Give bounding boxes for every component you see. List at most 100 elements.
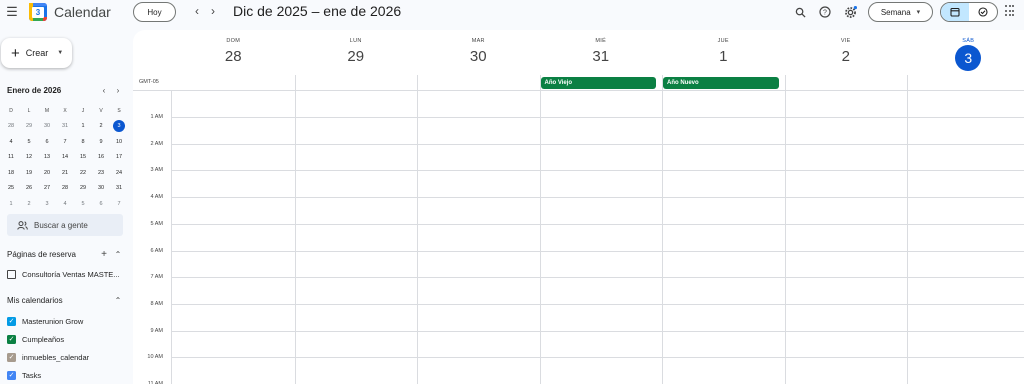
mini-calendar-day[interactable]: 31 xyxy=(56,119,74,135)
chevron-down-icon: ▾ xyxy=(916,9,921,16)
mini-calendar-day[interactable]: 15 xyxy=(74,150,92,166)
booking-page-item[interactable]: Consultoría Ventas MASTE... xyxy=(7,267,127,281)
mini-calendar-day[interactable]: 6 xyxy=(38,134,56,150)
prev-week-button[interactable]: ‹ xyxy=(190,4,204,18)
mini-calendar-day[interactable]: 21 xyxy=(56,165,74,181)
hour-label: 10 AM xyxy=(147,354,163,361)
day-of-week-label: DOM xyxy=(226,38,241,44)
mini-calendar-day-number: 13 xyxy=(43,154,51,161)
mini-calendar-day[interactable]: 9 xyxy=(92,134,110,150)
google-apps-icon[interactable] xyxy=(1005,5,1017,17)
mini-calendar-day[interactable]: 12 xyxy=(20,150,38,166)
day-column-header[interactable]: DOM 28 xyxy=(172,30,295,75)
day-column-header[interactable]: JUE 1 xyxy=(662,30,785,75)
day-column-header[interactable]: MAR 30 xyxy=(417,30,540,75)
mini-calendar-day[interactable]: 7 xyxy=(56,134,74,150)
tasks-view-toggle[interactable] xyxy=(969,3,997,21)
day-number[interactable]: 28 xyxy=(225,48,242,65)
mini-calendar-day[interactable]: 29 xyxy=(20,119,38,135)
all-day-event[interactable]: Año Viejo xyxy=(540,77,656,89)
mini-calendar-day-number: 16 xyxy=(97,154,105,161)
mini-calendar-day[interactable]: 30 xyxy=(92,181,110,197)
people-search-input[interactable]: Buscar a gente xyxy=(7,214,123,236)
settings-gear-icon[interactable] xyxy=(842,4,858,20)
mini-calendar-day[interactable]: 5 xyxy=(74,196,92,212)
mini-calendar-day[interactable]: 8 xyxy=(74,134,92,150)
mini-calendar-dow: V xyxy=(99,107,103,114)
calendar-logo-icon[interactable]: 3 xyxy=(29,3,47,21)
mini-calendar-day[interactable]: 3 xyxy=(38,196,56,212)
my-calendars-header[interactable]: Mis calendarios ⌃ xyxy=(7,296,125,305)
calendar-checkbox[interactable]: ✓ xyxy=(7,352,16,362)
calendar-list-item[interactable]: ✓ inmuebles_calendar xyxy=(7,350,127,364)
help-icon[interactable]: ? xyxy=(817,4,833,20)
mini-calendar-day[interactable]: 22 xyxy=(74,165,92,181)
mini-calendar-day[interactable]: 20 xyxy=(38,165,56,181)
mini-calendar-day[interactable]: 16 xyxy=(92,150,110,166)
mini-calendar-day[interactable]: 6 xyxy=(92,196,110,212)
collapse-my-calendars-icon[interactable]: ⌃ xyxy=(111,296,125,305)
mini-calendar-day[interactable]: 24 xyxy=(110,165,128,181)
add-booking-page-icon[interactable]: + xyxy=(97,249,111,260)
mini-calendar-day[interactable]: 27 xyxy=(38,181,56,197)
mini-calendar-next-button[interactable]: › xyxy=(111,86,125,95)
booking-pages-title: Páginas de reserva xyxy=(7,250,76,259)
mini-calendar-day[interactable]: 1 xyxy=(74,119,92,135)
mini-calendar-day[interactable]: 18 xyxy=(2,165,20,181)
calendar-checkbox[interactable]: ✓ xyxy=(7,316,16,326)
day-number[interactable]: 29 xyxy=(347,48,364,65)
search-icon[interactable] xyxy=(792,4,808,20)
mini-calendar-day[interactable]: 4 xyxy=(2,134,20,150)
mini-calendar-day[interactable]: 29 xyxy=(74,181,92,197)
main-menu-icon[interactable]: ☰ xyxy=(5,4,19,19)
mini-calendar-day[interactable]: 7 xyxy=(110,196,128,212)
calendar-checkbox[interactable]: ✓ xyxy=(7,370,16,380)
day-column-header[interactable]: LUN 29 xyxy=(295,30,418,75)
mini-calendar-day[interactable]: 2 xyxy=(92,119,110,135)
mini-calendar-prev-button[interactable]: ‹ xyxy=(97,86,111,95)
calendar-list-item[interactable]: ✓ Tasks xyxy=(7,368,127,382)
mini-calendar-day[interactable]: 19 xyxy=(20,165,38,181)
mini-calendar-day[interactable]: 5 xyxy=(20,134,38,150)
create-button[interactable]: + Crear ▼ xyxy=(1,38,72,68)
collapse-booking-icon[interactable]: ⌃ xyxy=(111,250,125,259)
today-button[interactable]: Hoy xyxy=(133,2,176,22)
day-number[interactable]: 31 xyxy=(592,48,609,65)
day-column-header[interactable]: SÁB 3 xyxy=(907,30,1024,75)
mini-calendar-day[interactable]: 30 xyxy=(38,119,56,135)
hour-gridline xyxy=(171,303,1024,305)
day-column-header[interactable]: VIE 2 xyxy=(785,30,908,75)
mini-calendar-day[interactable]: 2 xyxy=(20,196,38,212)
day-column-divider xyxy=(539,75,541,384)
mini-calendar-day[interactable]: 14 xyxy=(56,150,74,166)
mini-calendar-day[interactable]: 11 xyxy=(2,150,20,166)
mini-calendar-day[interactable]: 31 xyxy=(110,181,128,197)
mini-calendar-day[interactable]: 28 xyxy=(56,181,74,197)
day-number[interactable]: 2 xyxy=(842,48,850,65)
mini-calendar-day[interactable]: 13 xyxy=(38,150,56,166)
booking-page-label: Consultoría Ventas MASTE... xyxy=(22,269,120,279)
day-number[interactable]: 3 xyxy=(955,45,982,71)
calendar-list-item[interactable]: ✓ Cumpleaños xyxy=(7,332,127,346)
day-number[interactable]: 30 xyxy=(470,48,487,65)
mini-calendar-day[interactable]: 4 xyxy=(56,196,74,212)
day-column-header[interactable]: MIÉ 31 xyxy=(540,30,663,75)
mini-calendar-day[interactable]: 10 xyxy=(110,134,128,150)
mini-calendar-day[interactable]: 23 xyxy=(92,165,110,181)
mini-calendar-day[interactable]: 17 xyxy=(110,150,128,166)
calendar-list-label: Tasks xyxy=(22,370,42,380)
mini-calendar-day[interactable]: 1 xyxy=(2,196,20,212)
day-number[interactable]: 1 xyxy=(719,48,727,65)
all-day-event[interactable]: Año Nuevo xyxy=(663,77,779,89)
calendar-list-item[interactable]: ✓ Masterunion Grow xyxy=(7,314,127,328)
mini-calendar-day[interactable]: 26 xyxy=(20,181,38,197)
calendar-checkbox[interactable]: ✓ xyxy=(7,334,16,344)
svg-text:?: ? xyxy=(823,10,827,17)
mini-calendar-day[interactable]: 25 xyxy=(2,181,20,197)
hour-label: 7 AM xyxy=(150,274,163,281)
mini-calendar-day[interactable]: 28 xyxy=(2,119,20,135)
calendar-view-toggle[interactable] xyxy=(941,3,969,21)
view-selector-button[interactable]: Semana ▾ xyxy=(868,2,933,22)
mini-calendar-day-selected[interactable]: 3 xyxy=(110,119,128,135)
next-week-button[interactable]: › xyxy=(206,4,220,18)
